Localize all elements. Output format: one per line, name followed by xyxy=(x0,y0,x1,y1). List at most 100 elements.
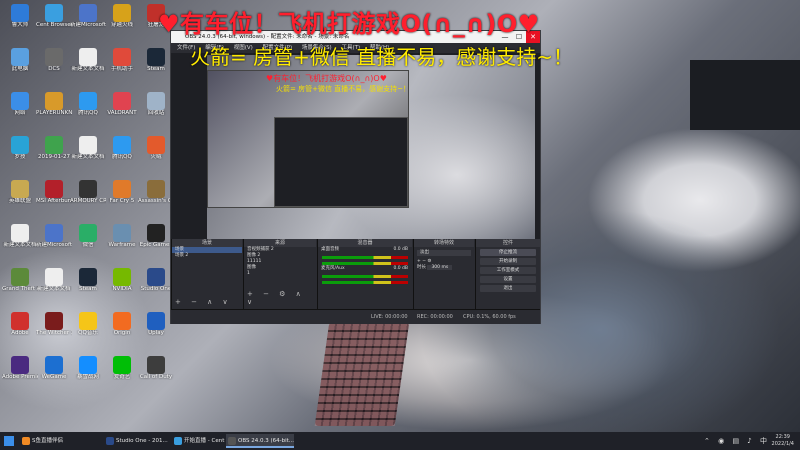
scene-item[interactable]: 场景 2 xyxy=(172,253,242,259)
app-icon xyxy=(11,312,29,330)
volume-slider[interactable] xyxy=(322,281,408,284)
desktop-icon[interactable]: The Witcher 3 xyxy=(36,312,72,350)
desktop-icon[interactable]: 微信 xyxy=(70,224,106,262)
desktop-icon[interactable]: 英雄联盟 xyxy=(2,180,38,218)
desktop-icon-label: 穿越火线 xyxy=(110,22,133,28)
transition-select[interactable]: 淡出 xyxy=(417,250,471,256)
desktop-icon-label: Call of Duty xyxy=(139,374,173,380)
app-icon xyxy=(147,356,165,374)
desktop-icon[interactable]: Call of Duty xyxy=(138,356,174,394)
desktop-icon[interactable]: Cent Browser xyxy=(36,4,72,42)
desktop-icon[interactable]: Adobe xyxy=(2,312,38,350)
desktop-icon[interactable]: 新建Microsoft xyxy=(36,224,72,262)
app-icon xyxy=(113,268,131,286)
desktop-icon[interactable]: QQ音乐 xyxy=(70,312,106,350)
desktop-icon[interactable]: Steam xyxy=(70,268,106,306)
desktop-icon[interactable]: 新建Microsoft xyxy=(70,4,106,42)
desktop-icon[interactable]: 腾讯QQ xyxy=(70,92,106,130)
desktop-icon[interactable]: 新建文本文档 xyxy=(36,268,72,306)
desktop-icon[interactable]: NVIDIA xyxy=(104,268,140,306)
desktop-icon[interactable]: 火绒 xyxy=(138,136,174,174)
desktop-icon-label: 罗技 xyxy=(14,154,26,160)
desktop-icon-label: Assassin's Creed O... xyxy=(138,198,174,204)
desktop-icon[interactable]: Epic Games xyxy=(138,224,174,262)
app-icon xyxy=(79,4,97,22)
desktop-icon[interactable]: 穿越火线 xyxy=(104,4,140,42)
desktop-icon[interactable]: 网络 xyxy=(2,92,38,130)
source-tools[interactable]: + − ⚙ ∧ ∨ xyxy=(247,290,316,306)
wallpaper-monitor xyxy=(690,60,800,130)
taskbar-app[interactable]: OBS 24.0.3 (64-bit... xyxy=(226,434,295,448)
mixer-dock-title: 混音器 xyxy=(318,239,412,247)
taskbar-app-label: OBS 24.0.3 (64-bit... xyxy=(238,438,295,444)
volume-meter xyxy=(322,256,408,259)
settings-button[interactable]: 设置 xyxy=(480,276,536,283)
app-icon xyxy=(11,4,29,22)
desktop-icon[interactable]: DCS xyxy=(36,48,72,86)
desktop-icon[interactable]: PLAYERUNKNOWN'S xyxy=(36,92,72,130)
desktop-icon[interactable]: 罗技 xyxy=(2,136,38,174)
scene-tools[interactable]: + − ∧ ∨ xyxy=(175,298,232,306)
desktop-icon[interactable]: 2019-01-27 xyxy=(36,136,72,174)
app-icon xyxy=(45,356,63,374)
desktop-icon[interactable]: 鲁大师 xyxy=(2,4,38,42)
desktop-icon[interactable]: Adobe Premiere xyxy=(2,356,38,394)
nested-obs-panel xyxy=(274,117,408,207)
studio-mode-button[interactable]: 工作室模式 xyxy=(480,267,536,274)
desktop-icon[interactable]: MSI Afterburner xyxy=(36,180,72,218)
desktop-icon[interactable]: Assassin's Creed O... xyxy=(138,180,174,218)
app-icon xyxy=(79,268,97,286)
obs-window[interactable]: OBS 24.0.3 (64-bit, windows) - 配置文件: 未命名… xyxy=(170,30,541,324)
desktop-icon[interactable]: Grand Theft Auto V xyxy=(2,268,38,306)
desktop-icon[interactable]: 新建文本文档 xyxy=(70,136,106,174)
desktop-icon[interactable]: 此电脑 xyxy=(2,48,38,86)
desktop-icon[interactable]: 暴雪战网 xyxy=(70,356,106,394)
windows-start-icon[interactable] xyxy=(4,436,14,446)
desktop-icon-label: 此电脑 xyxy=(11,66,29,72)
desktop-icon[interactable]: 新建文本文档 xyxy=(2,224,38,262)
app-icon xyxy=(147,268,165,286)
wallpaper-keyboard xyxy=(314,322,410,426)
source-item[interactable]: 1 xyxy=(244,271,316,277)
desktop-icon[interactable]: Origin xyxy=(104,312,140,350)
desktop-icon[interactable]: Warframe xyxy=(104,224,140,262)
desktop-icon-label: Steam xyxy=(147,66,165,72)
desktop-icon[interactable]: 回收站 xyxy=(138,92,174,130)
desktop-icon-label: Adobe Premiere xyxy=(2,374,38,380)
app-icon xyxy=(147,92,165,110)
desktop-icon[interactable]: WeGame xyxy=(36,356,72,394)
obs-docks: 场景 场景 场景 2 + − ∧ ∨ 来源 音视频捕获 2 图像 2 11111… xyxy=(171,239,540,309)
taskbar-app-icon xyxy=(174,437,182,445)
obs-preview[interactable]: ♥有车位！飞机打游戏O(∩_∩)O♥ 火箭= 房管+微信 直播不易，感谢支持~！ xyxy=(207,55,535,261)
app-icon xyxy=(79,180,97,198)
taskbar-app-icon xyxy=(106,437,114,445)
app-icon xyxy=(113,92,131,110)
desktop-icon[interactable]: 腾讯QQ xyxy=(104,136,140,174)
app-icon xyxy=(11,180,29,198)
desktop-icon[interactable]: 爱奇艺 xyxy=(104,356,140,394)
controls-dock-title: 控件 xyxy=(476,239,540,247)
scenes-dock-title: 场景 xyxy=(172,239,242,247)
desktop-icon[interactable]: 新建文本文档 xyxy=(70,48,106,86)
app-icon xyxy=(79,48,97,66)
desktop-icon[interactable]: Steam xyxy=(138,48,174,86)
exit-button[interactable]: 退出 xyxy=(480,285,536,292)
transition-duration[interactable]: 时长 300 ms xyxy=(414,265,474,271)
clock[interactable]: 22:39 2022/1/4 xyxy=(772,434,794,448)
stop-streaming-button[interactable]: 停止推流 xyxy=(480,249,536,256)
system-tray[interactable]: ⌃ ◉ ▤ ♪ 中 xyxy=(704,436,770,446)
stream-overlay-subtitle: 火箭= 房管+微信 直播不易，感谢支持~！ xyxy=(190,45,573,69)
taskbar-app[interactable]: S鱼直播伴侣 xyxy=(20,434,63,448)
desktop-icon[interactable]: 手机助手 xyxy=(104,48,140,86)
desktop-icon[interactable]: VALORANT xyxy=(104,92,140,130)
desktop-icon[interactable]: Uplay xyxy=(138,312,174,350)
taskbar-app[interactable]: Studio One - 201... xyxy=(104,434,168,448)
start-recording-button[interactable]: 开始录制 xyxy=(480,258,536,265)
desktop-icon-label: QQ音乐 xyxy=(78,330,98,336)
clock-time: 22:39 xyxy=(775,434,790,440)
desktop-icon[interactable]: Studio One xyxy=(138,268,174,306)
desktop-icon[interactable]: Far Cry 5 xyxy=(104,180,140,218)
desktop-icon[interactable]: ARMOURY CRATE xyxy=(70,180,106,218)
volume-slider[interactable] xyxy=(322,262,408,265)
app-icon xyxy=(11,48,29,66)
